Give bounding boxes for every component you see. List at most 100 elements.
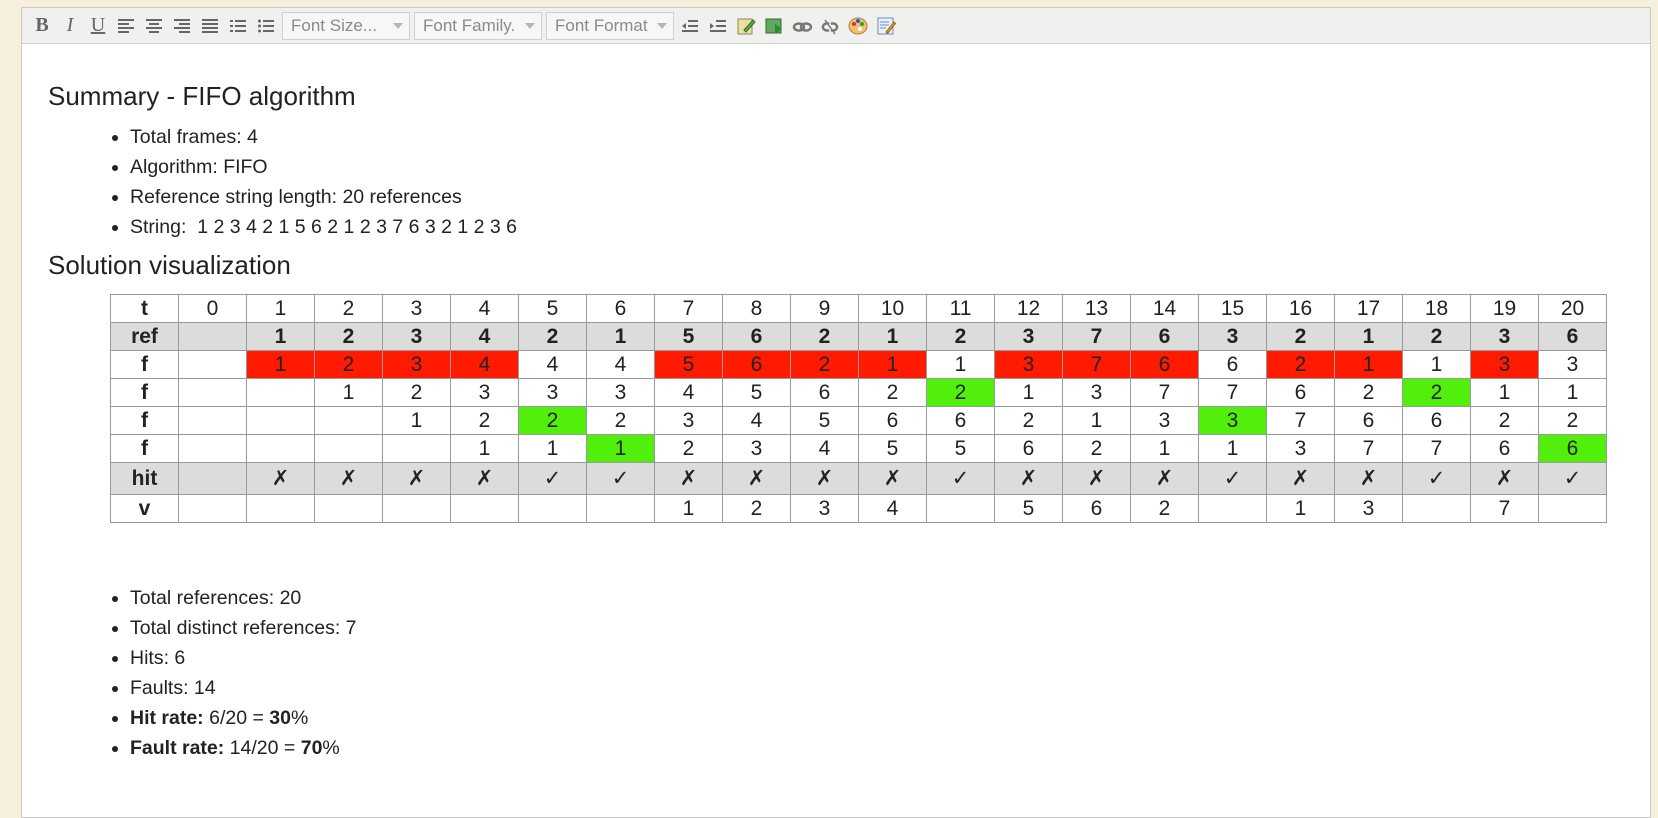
table-cell — [246, 378, 315, 408]
table-cell: ✗ — [994, 462, 1063, 496]
table-cell: 2 — [790, 350, 859, 380]
justify-icon[interactable] — [196, 12, 224, 40]
table-cell: 1 — [926, 350, 995, 380]
table-cell: 1 — [246, 294, 315, 324]
table-cell: ✗ — [1062, 462, 1131, 496]
fifo-table: t 0 1 2 3 4 5 6 7 8 9 10 11 12 13 14 15 16 17 18 19 20 ref 1 2 3 4… — [110, 294, 1607, 524]
fault-rate-expr: 14/20 = — [224, 737, 301, 760]
unlink-icon[interactable] — [816, 12, 844, 40]
fault-rate-item: Fault rate: 14/20 = 70% — [130, 733, 1624, 763]
insert-image-icon[interactable] — [760, 12, 788, 40]
table-cell: 1 — [314, 378, 383, 408]
table-cell — [178, 462, 247, 496]
table-cell: 6 — [926, 406, 995, 436]
table-cell: 15 — [1198, 294, 1267, 324]
table-cell: 1 — [1402, 350, 1471, 380]
table-cell: 6 — [1470, 434, 1539, 464]
ordered-list-icon[interactable] — [224, 12, 252, 40]
table-cell: 6 — [1062, 494, 1131, 524]
table-cell: 5 — [994, 494, 1063, 524]
color-palette-icon[interactable] — [844, 12, 872, 40]
table-cell: 3 — [1062, 378, 1131, 408]
table-cell: 4 — [858, 494, 927, 524]
underline-icon[interactable]: U — [84, 12, 112, 40]
font-size-select[interactable]: Font Size... — [282, 11, 410, 40]
table-cell: 3 — [1538, 350, 1607, 380]
link-icon[interactable] — [788, 12, 816, 40]
outdent-icon[interactable] — [676, 12, 704, 40]
table-cell: 5 — [518, 294, 587, 324]
table-cell: 1 — [1198, 434, 1267, 464]
visualization-title: Solution visualization — [48, 250, 291, 281]
table-cell — [178, 434, 247, 464]
table-cell: 2 — [1402, 322, 1471, 352]
table-cell: 3 — [654, 406, 723, 436]
table-cell — [314, 406, 383, 436]
font-format-select[interactable]: Font Format — [546, 11, 674, 40]
table-row: f11123455621137766 — [110, 434, 1607, 464]
table-cell: 2 — [1266, 350, 1335, 380]
align-center-icon[interactable] — [140, 12, 168, 40]
table-cell — [246, 494, 315, 524]
table-cell: 2 — [1538, 406, 1607, 436]
table-cell: 4 — [654, 378, 723, 408]
indent-icon[interactable] — [704, 12, 732, 40]
table-cell: 2 — [1334, 378, 1403, 408]
align-right-icon[interactable] — [168, 12, 196, 40]
table-cell: 1 — [586, 434, 655, 464]
table-cell: ✓ — [1538, 462, 1607, 496]
edit-document-icon[interactable] — [872, 12, 900, 40]
table-cell: 1 — [1130, 434, 1199, 464]
editor-toolbar: B I U Font Size... Font Family. Font For… — [22, 8, 1650, 44]
table-cell: ✓ — [926, 462, 995, 496]
hit-rate-value: 30 — [269, 707, 291, 730]
chevron-down-icon — [657, 22, 667, 29]
table-cell: 2 — [314, 294, 383, 324]
editor-content[interactable]: Summary - FIFO algorithm Total frames: 4… — [22, 44, 1650, 787]
table-cell: 1 — [1470, 378, 1539, 408]
table-cell: ✗ — [246, 462, 315, 496]
table-cell: ✓ — [1402, 462, 1471, 496]
table-cell: 4 — [518, 350, 587, 380]
unordered-list-icon[interactable] — [252, 12, 280, 40]
table-cell — [314, 434, 383, 464]
table-cell — [178, 378, 247, 408]
table-cell: 6 — [1266, 378, 1335, 408]
table-cell: 2 — [450, 406, 519, 436]
table-cell: 1 — [858, 350, 927, 380]
table-cell: 6 — [858, 406, 927, 436]
table-cell — [382, 494, 451, 524]
table-cell: 11 — [926, 294, 995, 324]
table-cell: 6 — [994, 434, 1063, 464]
table-cell: ✗ — [1334, 462, 1403, 496]
table-cell: 2 — [586, 406, 655, 436]
table-cell — [1402, 494, 1471, 524]
font-family-select[interactable]: Font Family. — [414, 11, 542, 40]
table-cell: 6 — [722, 322, 791, 352]
table-cell: 7 — [1198, 378, 1267, 408]
row-header: f — [110, 350, 179, 380]
table-cell: 1 — [654, 494, 723, 524]
table-cell: 6 — [1402, 406, 1471, 436]
edit-source-icon[interactable] — [732, 12, 760, 40]
table-cell: 5 — [858, 434, 927, 464]
table-cell: 6 — [1334, 406, 1403, 436]
italic-icon[interactable]: I — [56, 12, 84, 40]
table-cell: 6 — [790, 378, 859, 408]
table-cell: 3 — [994, 350, 1063, 380]
table-cell: 2 — [1266, 322, 1335, 352]
table-cell: 6 — [1130, 350, 1199, 380]
table-cell: 1 — [994, 378, 1063, 408]
align-left-icon[interactable] — [112, 12, 140, 40]
table-cell: 2 — [518, 322, 587, 352]
hit-rate-label: Hit rate: — [130, 707, 204, 730]
table-cell: 2 — [926, 378, 995, 408]
table-cell: ✗ — [382, 462, 451, 496]
table-cell — [450, 494, 519, 524]
table-cell: 10 — [858, 294, 927, 324]
table-cell: 5 — [654, 322, 723, 352]
table-cell: ✗ — [1130, 462, 1199, 496]
row-header: f — [110, 406, 179, 436]
bold-icon[interactable]: B — [28, 12, 56, 40]
table-cell: ✗ — [1470, 462, 1539, 496]
